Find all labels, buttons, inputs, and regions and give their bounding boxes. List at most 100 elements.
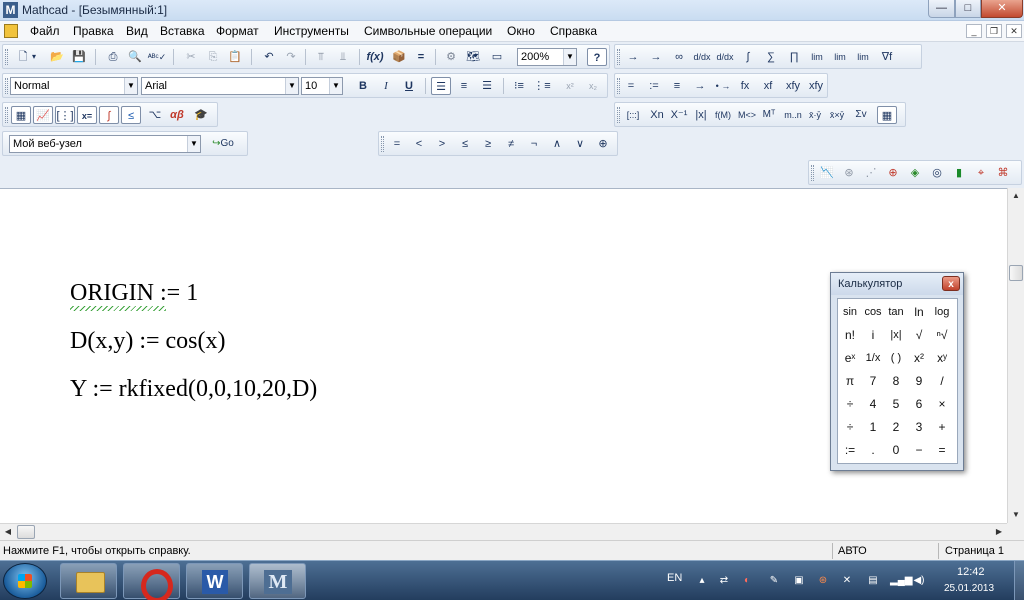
- align-horizontal-icon[interactable]: ⫪: [311, 48, 331, 66]
- calculate-icon[interactable]: =: [411, 48, 431, 66]
- scroll-left-icon[interactable]: ◀: [0, 524, 16, 540]
- zoom-select[interactable]: 200% ▼: [517, 48, 577, 66]
- determinant-icon[interactable]: |x|: [691, 106, 711, 124]
- math-region-origin[interactable]: ORIGIN := 1: [70, 280, 198, 307]
- calc-absolute-key[interactable]: |x|: [885, 324, 907, 346]
- calc-division-key[interactable]: ÷: [839, 416, 861, 438]
- document-menu-icon[interactable]: [4, 24, 18, 38]
- align-right-icon[interactable]: ☰: [477, 77, 497, 95]
- xy-plot-icon[interactable]: 📉: [817, 164, 837, 182]
- calc-three-key[interactable]: 3: [908, 416, 930, 438]
- limit-left-icon[interactable]: lim: [853, 48, 873, 66]
- spell-check-icon[interactable]: ᴬᴮᶜ✓: [147, 48, 167, 66]
- greater-than-icon[interactable]: >: [432, 135, 452, 153]
- web-address-select[interactable]: Мой веб-узел ▼: [9, 135, 201, 153]
- calc-nth-root-key[interactable]: ⁿ√: [931, 324, 953, 346]
- chevron-down-icon[interactable]: ▼: [124, 78, 137, 94]
- global-define-icon[interactable]: ≡: [667, 77, 687, 95]
- horizontal-scrollbar[interactable]: ◀ ▶: [0, 523, 1007, 540]
- window-icon[interactable]: ▭: [487, 48, 507, 66]
- redo-icon[interactable]: ↷: [281, 48, 301, 66]
- calc-tan-key[interactable]: tan: [885, 301, 907, 323]
- align-center-icon[interactable]: ≡: [454, 77, 474, 95]
- language-indicator[interactable]: EN: [667, 572, 682, 584]
- calc-cos-key[interactable]: cos: [862, 301, 884, 323]
- dot-product-icon[interactable]: x̄·ȳ: [805, 106, 825, 124]
- calc-factorial-key[interactable]: n!: [839, 324, 861, 346]
- calc-eight-key[interactable]: 8: [885, 370, 907, 392]
- greek-palette-icon[interactable]: αβ: [167, 106, 187, 124]
- taskbar-explorer-button[interactable]: [60, 563, 117, 599]
- calculator-close-button[interactable]: x: [942, 276, 960, 291]
- font-size-select[interactable]: 10 ▼: [301, 77, 343, 95]
- programming-palette-icon[interactable]: ⌥: [145, 106, 165, 124]
- scroll-thumb[interactable]: [1009, 265, 1023, 281]
- menu-insert[interactable]: Вставка: [160, 24, 205, 38]
- cut-icon[interactable]: ✂: [181, 48, 201, 66]
- calculator-palette-icon[interactable]: ▦: [11, 106, 31, 124]
- contour-plot-icon[interactable]: ⊕: [883, 164, 903, 182]
- calc-five-key[interactable]: 5: [885, 393, 907, 415]
- scatter-3d-icon[interactable]: ◈: [905, 164, 925, 182]
- calc-nth-derivative-icon[interactable]: →: [646, 48, 666, 66]
- save-icon[interactable]: 💾: [69, 48, 89, 66]
- calc-nine-key[interactable]: 9: [908, 370, 930, 392]
- tray-antivirus-icon[interactable]: ⊛: [816, 574, 830, 588]
- align-vertical-icon[interactable]: ⫫: [333, 48, 353, 66]
- underline-button[interactable]: U: [399, 77, 419, 95]
- maximize-button[interactable]: □: [955, 0, 981, 18]
- vector-field-icon[interactable]: ▮: [949, 164, 969, 182]
- calc-define-key[interactable]: :=: [839, 439, 861, 461]
- chevron-down-icon[interactable]: ▼: [187, 136, 200, 152]
- vectorize-icon[interactable]: f(M): [713, 106, 733, 124]
- not-icon[interactable]: ¬: [524, 135, 544, 153]
- toolbar-grip[interactable]: [5, 49, 8, 65]
- align-left-icon[interactable]: ☰: [431, 77, 451, 95]
- insert-matrix-icon[interactable]: [:::]: [623, 106, 643, 124]
- calc-seven-key[interactable]: 7: [862, 370, 884, 392]
- scroll-down-icon[interactable]: ▼: [1008, 507, 1024, 523]
- print-preview-icon[interactable]: 🔍: [125, 48, 145, 66]
- scroll-up-icon[interactable]: ▲: [1008, 188, 1024, 204]
- subscript-button[interactable]: x₂: [583, 77, 603, 95]
- calculator-title-bar[interactable]: Калькулятор x: [831, 273, 963, 295]
- doc-close-button[interactable]: ✕: [1006, 24, 1022, 38]
- toolbar-grip[interactable]: [381, 136, 384, 152]
- infinity-icon[interactable]: ∞: [669, 48, 689, 66]
- math-region-rkfixed[interactable]: Y := rkfixed(0,0,10,20,D): [70, 376, 317, 403]
- calc-ln-key[interactable]: ln: [908, 301, 930, 323]
- calc-derivative-icon[interactable]: →: [623, 48, 643, 66]
- evaluate-icon[interactable]: =: [621, 77, 641, 95]
- bar-3d-icon[interactable]: ◎: [927, 164, 947, 182]
- copy-icon[interactable]: ⎘: [203, 48, 223, 66]
- greater-equal-icon[interactable]: ≥: [478, 135, 498, 153]
- derivative-icon[interactable]: d/dx: [692, 48, 712, 66]
- calc-exp-key[interactable]: eˣ: [839, 347, 861, 369]
- tray-device-icon[interactable]: ▤: [866, 574, 880, 588]
- boolean-palette-icon[interactable]: ≤: [121, 106, 141, 124]
- toolbar-grip[interactable]: [617, 107, 620, 123]
- tray-expand-icon[interactable]: ▴: [695, 574, 709, 588]
- calc-pi-key[interactable]: π: [839, 370, 861, 392]
- calc-sin-key[interactable]: sin: [839, 301, 861, 323]
- tray-acrobat-icon[interactable]: ◐: [740, 574, 754, 588]
- limit-icon[interactable]: lim: [807, 48, 827, 66]
- calc-decimal-key[interactable]: .: [862, 439, 884, 461]
- tray-monitor-icon[interactable]: ▣: [792, 574, 806, 588]
- font-select[interactable]: Arial ▼: [141, 77, 299, 95]
- mathcad-logo-icon[interactable]: M: [3, 2, 18, 18]
- calc-square-key[interactable]: x²: [908, 347, 930, 369]
- insert-component-icon[interactable]: ⚙: [441, 48, 461, 66]
- xor-icon[interactable]: ⊕: [593, 135, 613, 153]
- calc-sqrt-key[interactable]: √: [908, 324, 930, 346]
- limit-right-icon[interactable]: lim: [830, 48, 850, 66]
- numbered-list-icon[interactable]: ⋮≡: [532, 77, 552, 95]
- vector-sum-icon[interactable]: Σv: [851, 106, 871, 124]
- calc-parentheses-key[interactable]: ( ): [885, 347, 907, 369]
- calc-minus-key[interactable]: −: [908, 439, 930, 461]
- graph-palette-icon[interactable]: 📈: [33, 106, 53, 124]
- bool-equal-icon[interactable]: =: [387, 135, 407, 153]
- matrix-column-icon[interactable]: M<>: [737, 106, 757, 124]
- symbolic-palette-icon[interactable]: 🎓: [191, 106, 211, 124]
- less-than-icon[interactable]: <: [409, 135, 429, 153]
